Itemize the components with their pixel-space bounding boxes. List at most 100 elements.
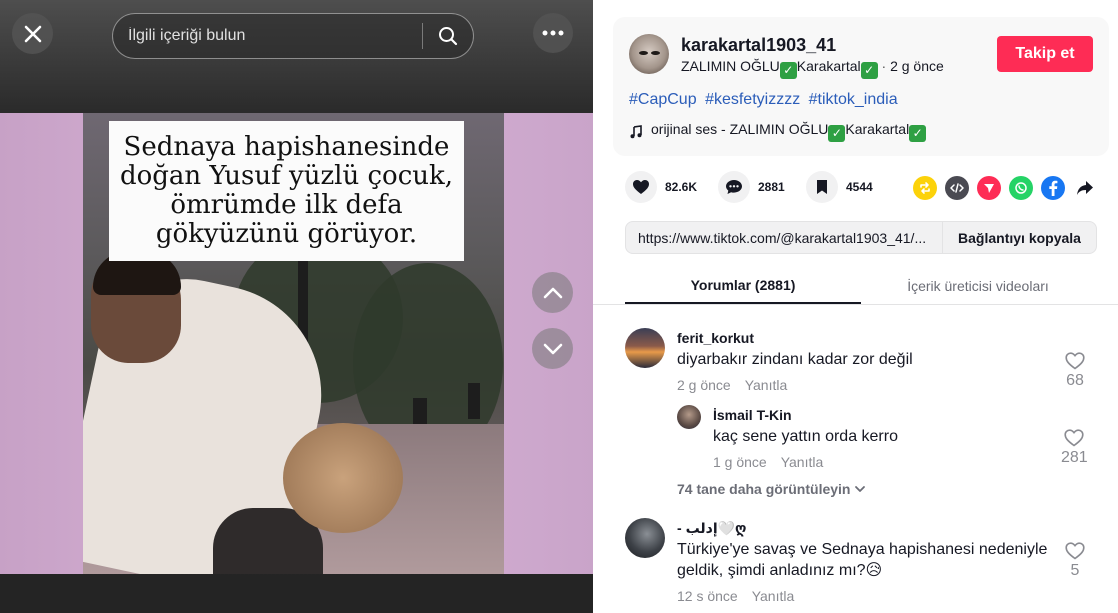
comment-like-button[interactable]: 68	[1065, 352, 1085, 390]
music-link[interactable]: orijinal ses - ZALIMIN OĞLU ✓ Karakartal ✓	[629, 121, 927, 142]
check-mark-icon: ✓	[909, 125, 927, 142]
send-icon[interactable]	[977, 176, 1001, 200]
like-count: 82.6K	[665, 180, 698, 194]
panel-tabs: Yorumlar (2881) İçerik üreticisi videola…	[625, 268, 1095, 304]
embed-glyph	[950, 183, 964, 193]
music-title-part2: Karakartal	[845, 121, 910, 137]
commenter-avatar[interactable]	[677, 405, 701, 429]
comment-meta: 12 s önce Yanıtla	[677, 588, 808, 604]
video-caption: Sednaya hapishanesinde doğan Yusuf yüzlü…	[109, 121, 464, 261]
comment-like-button[interactable]: 5	[1065, 542, 1085, 580]
comment-item: ferit_korkut diyarbakır zindanı kadar zo…	[625, 328, 1095, 398]
check-mark-icon: ✓	[779, 62, 797, 79]
comment-like-button[interactable]: 281	[1061, 429, 1088, 467]
hashtag-list: #CapCup #kesfetyizzzz #tiktok_india	[629, 91, 902, 109]
comment-like-count: 5	[1070, 562, 1080, 579]
close-icon	[24, 25, 41, 42]
repost-icon[interactable]	[913, 176, 937, 200]
reply-button[interactable]: Yanıtla	[781, 454, 824, 470]
comment-item: - إدلب🤍ღ Türkiye'ye savaş ve Sednaya hap…	[625, 518, 1095, 608]
share-arrow-icon[interactable]	[1073, 176, 1097, 200]
view-more-label: 74 tane daha görüntüleyin	[677, 481, 851, 497]
save-button[interactable]: 4544	[806, 171, 873, 203]
author-subline: ZALIMIN OĞLU ✓ Karakartal ✓ · 2 g önce	[681, 58, 944, 79]
hashtag-link[interactable]: #tiktok_india	[809, 91, 898, 108]
save-icon-wrapper	[806, 171, 838, 203]
video-stage: Sednaya hapishanesinde doğan Yusuf yüzlü…	[0, 0, 593, 613]
bookmark-icon	[817, 180, 827, 194]
commenter-username[interactable]: - إدلب🤍ღ	[677, 520, 746, 537]
comment-time: 12 s önce	[677, 588, 738, 604]
like-icon-wrapper	[625, 171, 657, 203]
check-mark-icon: ✓	[860, 62, 878, 79]
commenter-avatar[interactable]	[625, 518, 665, 558]
send-glyph	[984, 184, 994, 193]
whatsapp-glyph	[1015, 182, 1027, 194]
author-username[interactable]: karakartal1903_41	[681, 35, 836, 56]
comment-icon-wrapper	[718, 171, 750, 203]
heart-icon	[633, 180, 649, 194]
comment-bubble-icon	[726, 180, 742, 194]
heart-outline-icon	[1065, 352, 1085, 370]
share-link-url[interactable]: https://www.tiktok.com/@karakartal1903_4…	[626, 230, 942, 246]
comment-text: kaç sene yattın orda kerro	[713, 428, 898, 445]
avatar-eye	[651, 51, 660, 55]
comment-meta: 2 g önce Yanıtla	[677, 377, 801, 393]
copy-link-button[interactable]: Bağlantıyı kopyala	[942, 222, 1096, 253]
tabs-divider	[593, 304, 1118, 305]
search-input[interactable]	[113, 27, 422, 45]
author-card: karakartal1903_41 ZALIMIN OĞLU ✓ Karakarta…	[613, 17, 1109, 156]
save-count: 4544	[846, 180, 873, 194]
embed-icon[interactable]	[945, 176, 969, 200]
previous-video-button[interactable]	[532, 272, 573, 313]
close-button[interactable]	[12, 13, 53, 54]
comment-time: 2 g önce	[677, 377, 731, 393]
details-panel: karakartal1903_41 ZALIMIN OĞLU ✓ Karakarta…	[593, 0, 1118, 613]
comment-text: Türkiye'ye savaş ve Sednaya hapishanesi …	[677, 541, 1048, 579]
next-video-button[interactable]	[532, 328, 573, 369]
action-bar: 82.6K 2881 4544	[625, 171, 1100, 205]
comment-meta: 1 g önce Yanıtla	[713, 454, 837, 470]
comment-time: 1 g önce	[713, 454, 767, 470]
facebook-icon[interactable]	[1041, 176, 1065, 200]
avatar-eye	[639, 51, 648, 55]
follow-button[interactable]: Takip et	[997, 36, 1093, 72]
child-head	[283, 423, 403, 533]
tab-comments[interactable]: Yorumlar (2881)	[625, 268, 861, 304]
music-note-icon	[630, 124, 642, 138]
search-button[interactable]	[423, 14, 473, 58]
reply-button[interactable]: Yanıtla	[752, 588, 795, 604]
like-button[interactable]: 82.6K	[625, 171, 697, 203]
author-nickname-part1: ZALIMIN OĞLU	[681, 58, 780, 74]
author-avatar[interactable]	[629, 34, 669, 74]
chevron-down-icon	[543, 343, 562, 354]
more-options-button[interactable]	[533, 13, 573, 53]
reply-button[interactable]: Yanıtla	[745, 377, 788, 393]
comment-button[interactable]: 2881	[718, 171, 785, 203]
search-icon	[439, 27, 458, 46]
heart-outline-icon	[1064, 429, 1084, 447]
heart-outline-icon	[1065, 542, 1085, 560]
chevron-down-icon	[855, 486, 866, 492]
comment-like-count: 68	[1066, 372, 1084, 389]
music-title-part1: orijinal ses - ZALIMIN OĞLU	[651, 121, 829, 137]
tab-creator-videos[interactable]: İçerik üreticisi videoları	[861, 268, 1095, 304]
share-link-box: https://www.tiktok.com/@karakartal1903_4…	[625, 221, 1097, 254]
more-dots-icon	[542, 30, 564, 36]
post-time: 2 g önce	[890, 58, 944, 74]
commenter-username[interactable]: ferit_korkut	[677, 330, 754, 346]
reply-item: İsmail T-Kin kaç sene yattın orda kerro …	[677, 405, 1095, 475]
video-player[interactable]: Sednaya hapishanesinde doğan Yusuf yüzlü…	[83, 113, 504, 574]
hashtag-link[interactable]: #CapCup	[629, 91, 697, 108]
share-arrow-glyph	[1077, 181, 1093, 195]
repost-glyph	[920, 182, 930, 194]
separator-dot: ·	[881, 58, 891, 74]
commenter-username[interactable]: İsmail T-Kin	[713, 407, 792, 423]
view-more-replies-button[interactable]: 74 tane daha görüntüleyin	[677, 481, 866, 497]
commenter-avatar[interactable]	[625, 328, 665, 368]
comment-count: 2881	[758, 180, 785, 194]
author-nickname-part2: Karakartal	[796, 58, 861, 74]
hashtag-link[interactable]: #kesfetyizzzz	[705, 91, 800, 108]
facebook-glyph	[1049, 180, 1058, 196]
whatsapp-icon[interactable]	[1009, 176, 1033, 200]
